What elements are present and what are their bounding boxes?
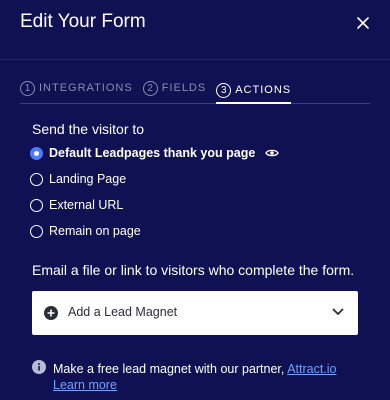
dropdown-value: Add a Lead Magnet xyxy=(68,305,178,319)
radio-unselected-icon xyxy=(30,172,43,186)
radio-external-url[interactable]: External URL xyxy=(30,196,123,214)
step-number: 3 xyxy=(216,82,232,98)
tab-actions[interactable]: 3 ACTIONS xyxy=(216,78,292,104)
lead-magnet-dropdown[interactable]: Add a Lead Magnet xyxy=(32,291,358,335)
email-file-heading: Email a file or link to visitors who com… xyxy=(32,262,355,278)
plus-circle-icon xyxy=(44,306,58,320)
radio-default-thank-you[interactable]: Default Leadpages thank you page xyxy=(30,144,280,162)
tab-label: ACTIONS xyxy=(235,84,292,96)
step-tabs: 1 INTEGRATIONS 2 FIELDS 3 ACTIONS xyxy=(20,78,370,104)
modal-title: Edit Your Form xyxy=(20,11,146,32)
step-number: 1 xyxy=(20,80,35,96)
modal-header: Edit Your Form xyxy=(0,0,390,60)
radio-label: External URL xyxy=(49,198,124,212)
radio-unselected-icon xyxy=(30,198,43,212)
chevron-down-icon xyxy=(332,308,344,315)
info-message: Make a free lead magnet with our partner… xyxy=(53,361,373,393)
tab-label: INTEGRATIONS xyxy=(39,82,133,94)
radio-label: Landing Page xyxy=(49,172,127,186)
step-number: 2 xyxy=(142,80,158,96)
learn-more-link[interactable]: Learn more xyxy=(53,378,117,392)
info-text: Make a free lead magnet with our partner… xyxy=(53,362,285,376)
tab-label: FIELDS xyxy=(161,82,207,94)
radio-label: Default Leadpages thank you page xyxy=(49,146,256,160)
eye-icon[interactable] xyxy=(265,148,280,158)
close-icon[interactable] xyxy=(356,16,370,30)
radio-remain-on-page[interactable]: Remain on page xyxy=(30,222,141,240)
radio-label: Remain on page xyxy=(49,224,141,238)
send-visitor-heading: Send the visitor to xyxy=(32,121,145,137)
tab-fields[interactable]: 2 FIELDS xyxy=(142,78,207,98)
radio-unselected-icon xyxy=(30,224,43,238)
info-icon xyxy=(32,360,46,374)
radio-selected-icon xyxy=(30,146,43,160)
radio-landing-page[interactable]: Landing Page xyxy=(30,170,126,188)
tab-integrations[interactable]: 1 INTEGRATIONS xyxy=(20,78,133,98)
attract-io-link[interactable]: Attract.io xyxy=(287,362,336,376)
